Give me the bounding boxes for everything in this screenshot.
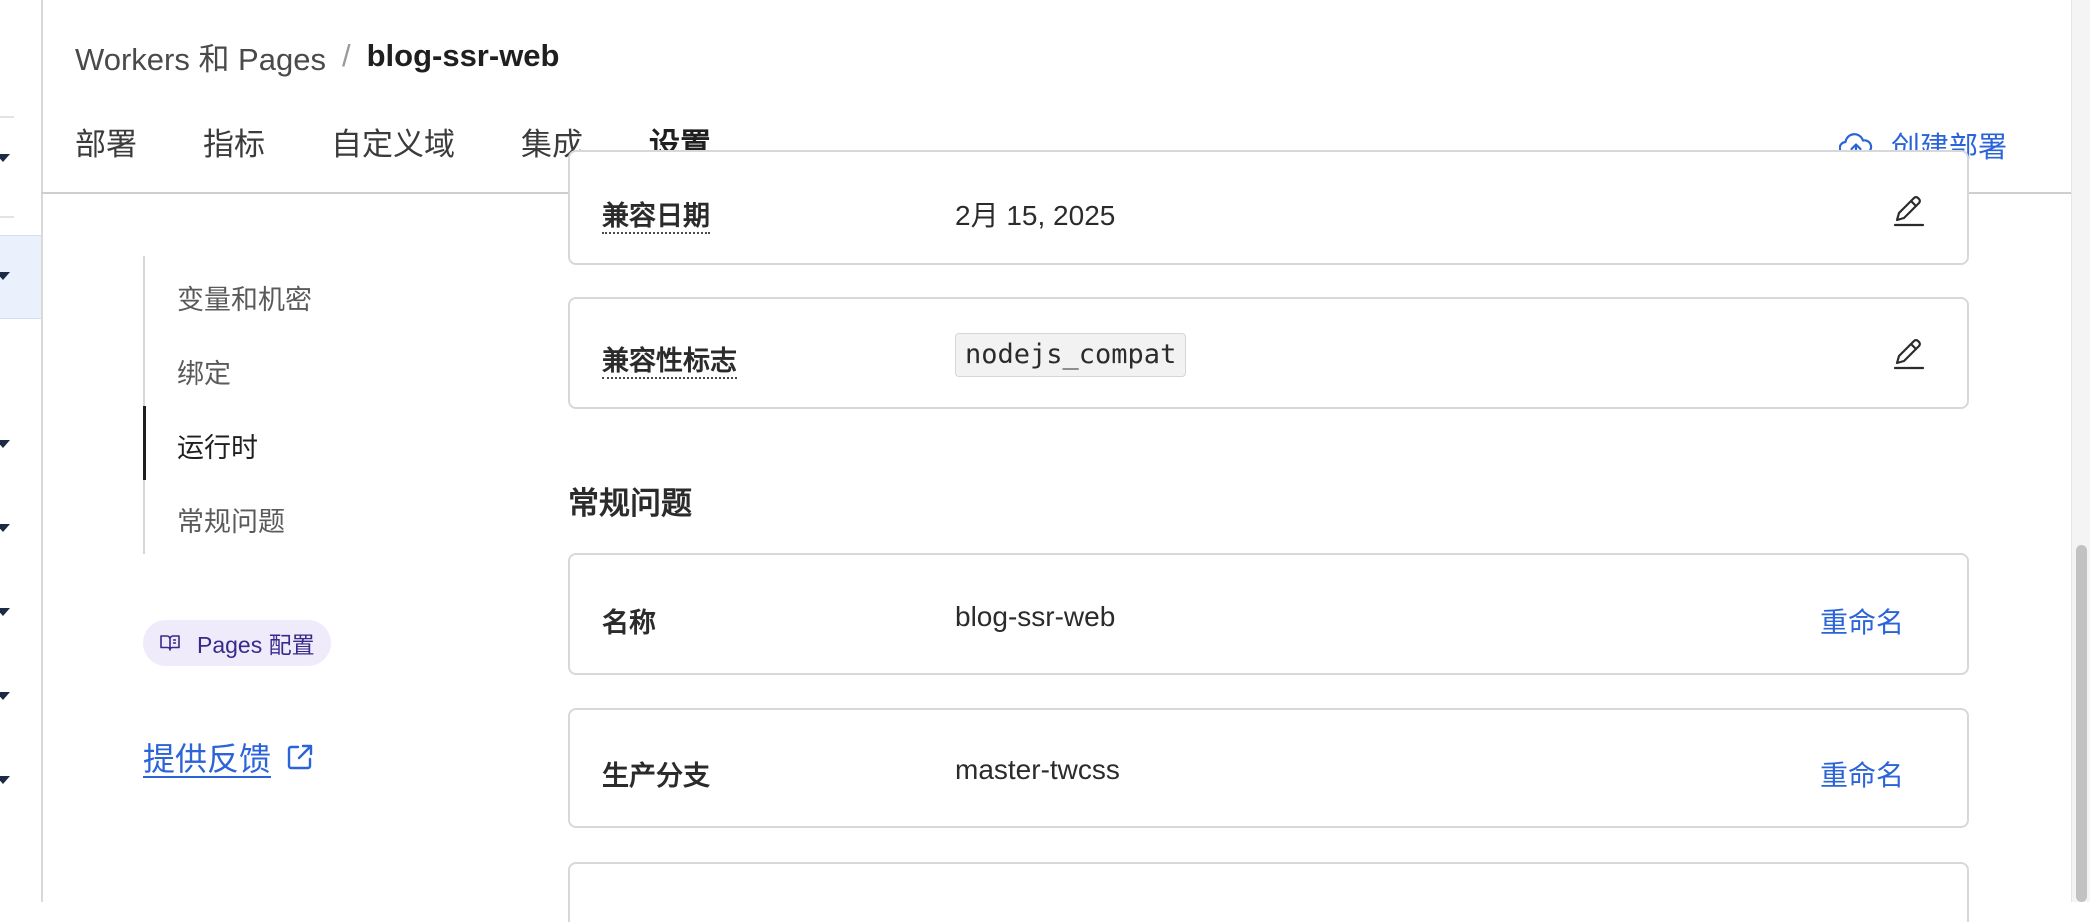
compat-date-label: 兼容日期 [602, 194, 710, 234]
chevron-down-icon[interactable] [0, 524, 10, 532]
project-name-card: 名称 blog-ssr-web 重命名 [568, 553, 1969, 675]
breadcrumb-parent-link[interactable]: Workers 和 Pages [75, 34, 326, 79]
section-heading-general: 常规问题 [568, 486, 692, 521]
breadcrumb-current: blog-ssr-web [366, 38, 560, 73]
section-nav-variables[interactable]: 变量和机密 [177, 278, 312, 317]
compat-date-card: 兼容日期 2月 15, 2025 [568, 150, 1969, 265]
settings-section-nav: 变量和机密 绑定 运行时 常规问题 [143, 256, 405, 554]
rename-project-button[interactable]: 重命名 [1820, 601, 1904, 641]
compat-flags-card: 兼容性标志 nodejs_compat [568, 297, 1969, 409]
next-settings-card [568, 862, 1969, 922]
section-nav-active-indicator [143, 406, 146, 480]
pages-config-link[interactable]: Pages 配置 [143, 620, 331, 666]
project-name-value: blog-ssr-web [955, 601, 1116, 632]
breadcrumb: Workers 和 Pages / blog-ssr-web [75, 34, 559, 78]
production-branch-value: master-twcss [955, 754, 1120, 785]
sidebar-divider [0, 216, 14, 218]
book-icon [160, 635, 180, 651]
production-branch-card: 生产分支 master-twcss 重命名 [568, 708, 1969, 828]
compat-flag-chip: nodejs_compat [955, 333, 1187, 377]
section-nav-general[interactable]: 常规问题 [177, 500, 285, 539]
chevron-down-icon[interactable] [0, 154, 10, 162]
chevron-down-icon[interactable] [0, 608, 10, 616]
tab-metrics[interactable]: 指标 [203, 118, 265, 194]
edit-pencil-icon[interactable] [1891, 335, 1927, 371]
left-sidebar-collapsed [0, 0, 43, 902]
production-branch-label: 生产分支 [602, 761, 710, 791]
edit-pencil-icon[interactable] [1891, 192, 1927, 228]
feedback-link[interactable]: 提供反馈 [143, 734, 315, 780]
pages-config-label: Pages 配置 [197, 632, 315, 658]
section-nav-runtime[interactable]: 运行时 [177, 426, 258, 465]
chevron-down-icon[interactable] [0, 692, 10, 700]
tab-deployments[interactable]: 部署 [75, 118, 137, 194]
chevron-down-icon[interactable] [0, 440, 10, 448]
breadcrumb-separator: / [341, 38, 351, 73]
external-link-icon [287, 744, 313, 770]
chevron-down-icon[interactable] [0, 272, 10, 280]
chevron-down-icon[interactable] [0, 776, 10, 784]
compat-flags-label: 兼容性标志 [602, 339, 737, 379]
sidebar-divider [0, 116, 14, 118]
tab-custom-domains[interactable]: 自定义域 [331, 118, 455, 194]
rename-branch-button[interactable]: 重命名 [1820, 754, 1904, 794]
compat-date-value: 2月 15, 2025 [955, 200, 1116, 231]
project-name-label: 名称 [602, 608, 656, 638]
feedback-label: 提供反馈 [143, 741, 272, 777]
section-nav-bindings[interactable]: 绑定 [177, 352, 231, 391]
scrollbar-thumb[interactable] [2076, 545, 2087, 902]
